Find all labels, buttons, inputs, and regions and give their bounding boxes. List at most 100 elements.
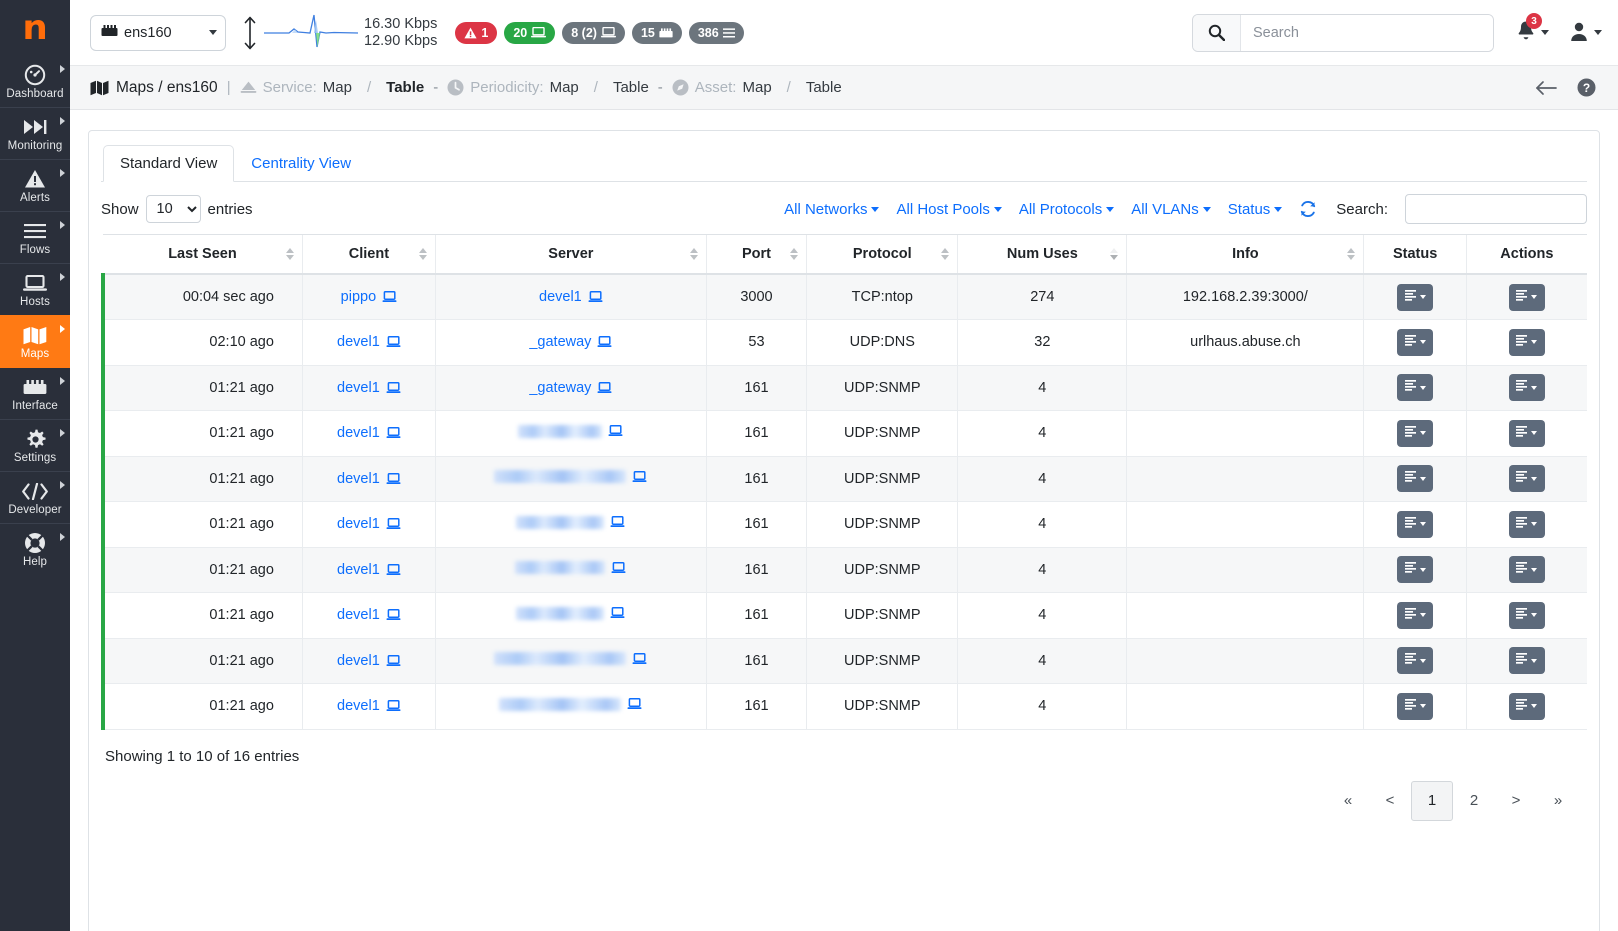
back-arrow-icon[interactable] — [1535, 80, 1557, 96]
actions-menu-button[interactable] — [1508, 328, 1545, 356]
client-link[interactable]: pippo — [341, 289, 397, 305]
breadcrumb-root[interactable]: Maps / ens160 — [116, 79, 218, 97]
breadcrumb-link-map[interactable]: Map — [742, 79, 771, 96]
server-link[interactable] — [516, 606, 625, 620]
client-link[interactable]: devel1 — [337, 607, 401, 623]
page-button-[interactable]: » — [1537, 780, 1579, 821]
status-menu-button[interactable] — [1397, 556, 1434, 584]
search-input[interactable] — [1241, 14, 1493, 51]
sidebar-item-settings[interactable]: Settings — [0, 419, 70, 471]
sort-arrows-icon[interactable] — [790, 248, 799, 260]
top-badge-0[interactable]: 1 — [455, 21, 498, 44]
client-link[interactable]: devel1 — [337, 562, 401, 578]
actions-menu-button[interactable] — [1508, 283, 1545, 311]
actions-menu-button[interactable] — [1508, 419, 1545, 447]
page-button-[interactable]: « — [1327, 780, 1369, 821]
breadcrumb-link-map[interactable]: Map — [323, 79, 352, 96]
column-header-port[interactable]: Port — [705, 234, 807, 275]
breadcrumb-link-map[interactable]: Map — [550, 79, 579, 96]
status-menu-button[interactable] — [1397, 692, 1434, 720]
actions-menu-button[interactable] — [1508, 556, 1545, 584]
page-button-[interactable]: < — [1369, 780, 1411, 821]
sidebar-item-help[interactable]: Help — [0, 523, 70, 575]
sort-arrows-icon[interactable] — [418, 248, 427, 260]
server-link[interactable] — [516, 515, 625, 529]
filter-all-networks[interactable]: All Networks — [784, 201, 880, 218]
filter-all-vlans[interactable]: All VLANs — [1131, 201, 1211, 218]
column-header-client[interactable]: Client — [301, 234, 436, 275]
client-link[interactable]: devel1 — [337, 334, 401, 350]
sort-arrows-icon[interactable] — [285, 248, 294, 260]
sidebar-item-developer[interactable]: Developer — [0, 471, 70, 523]
sidebar-item-hosts[interactable]: Hosts — [0, 263, 70, 315]
breadcrumb-link-table[interactable]: Table — [806, 79, 842, 96]
status-menu-button[interactable] — [1397, 283, 1434, 311]
status-menu-button[interactable] — [1397, 510, 1434, 538]
sort-arrows-icon[interactable] — [1110, 248, 1119, 260]
interface-selector[interactable]: ens160 — [90, 14, 226, 51]
server-link[interactable] — [515, 561, 626, 575]
client-link[interactable]: devel1 — [337, 516, 401, 532]
server-link[interactable]: _gateway — [529, 380, 612, 396]
filter-all-host-pools[interactable]: All Host Pools — [896, 201, 1002, 218]
server-link[interactable] — [499, 697, 642, 711]
tab-standard-view[interactable]: Standard View — [103, 145, 235, 182]
sidebar-item-alerts[interactable]: Alerts — [0, 159, 70, 211]
client-link[interactable]: devel1 — [337, 653, 401, 669]
sidebar-item-maps[interactable]: Maps — [0, 315, 70, 367]
status-menu-button[interactable] — [1397, 647, 1434, 675]
breadcrumb-link-table[interactable]: Table — [613, 79, 649, 96]
status-menu-button[interactable] — [1397, 465, 1434, 493]
page-button-[interactable]: > — [1495, 780, 1537, 821]
user-menu-button[interactable] — [1569, 21, 1602, 45]
column-header-info[interactable]: Info — [1126, 234, 1364, 275]
question-circle-icon[interactable]: ? — [1577, 78, 1596, 97]
client-link[interactable]: devel1 — [337, 698, 401, 714]
server-link[interactable] — [494, 652, 647, 666]
filter-status[interactable]: Status — [1228, 201, 1283, 218]
status-menu-button[interactable] — [1397, 374, 1434, 402]
server-link[interactable] — [494, 470, 647, 484]
column-header-protocol[interactable]: Protocol — [806, 234, 958, 275]
status-menu-button[interactable] — [1397, 328, 1434, 356]
global-search[interactable] — [1192, 13, 1494, 52]
server-link[interactable] — [518, 424, 623, 438]
page-button-2[interactable]: 2 — [1453, 780, 1495, 821]
top-badge-2[interactable]: 8 (2) — [562, 21, 625, 44]
actions-menu-button[interactable] — [1508, 692, 1545, 720]
status-menu-button[interactable] — [1397, 601, 1434, 629]
actions-menu-button[interactable] — [1508, 601, 1545, 629]
client-link[interactable]: devel1 — [337, 380, 401, 396]
notifications-button[interactable]: 3 — [1516, 13, 1549, 45]
status-menu-button[interactable] — [1397, 419, 1434, 447]
top-badge-3[interactable]: 15 — [631, 21, 682, 44]
sidebar-item-monitoring[interactable]: Monitoring — [0, 107, 70, 159]
actions-menu-button[interactable] — [1508, 465, 1545, 493]
server-link[interactable]: _gateway — [529, 334, 612, 350]
sidebar-item-interface[interactable]: Interface — [0, 367, 70, 419]
sort-arrows-icon[interactable] — [689, 248, 698, 260]
top-badge-1[interactable]: 20 — [504, 21, 556, 44]
column-header-last-seen[interactable]: Last Seen — [103, 234, 303, 275]
app-logo[interactable]: n — [0, 0, 70, 56]
filter-all-protocols[interactable]: All Protocols — [1019, 201, 1115, 218]
sidebar-item-flows[interactable]: Flows — [0, 211, 70, 263]
breadcrumb-link-table[interactable]: Table — [386, 79, 424, 96]
sort-arrows-icon[interactable] — [1347, 248, 1356, 260]
page-size-select[interactable]: 102550100 — [145, 195, 201, 223]
server-link[interactable]: devel1 — [539, 289, 603, 305]
sort-arrows-icon[interactable] — [941, 248, 950, 260]
sidebar-item-dashboard[interactable]: Dashboard — [0, 56, 70, 107]
page-button-1[interactable]: 1 — [1411, 780, 1453, 821]
actions-menu-button[interactable] — [1508, 647, 1545, 675]
search-icon[interactable] — [1193, 14, 1241, 51]
tab-centrality-view[interactable]: Centrality View — [234, 145, 368, 182]
client-link[interactable]: devel1 — [337, 471, 401, 487]
column-header-num-uses[interactable]: Num Uses — [957, 234, 1127, 275]
actions-menu-button[interactable] — [1508, 510, 1545, 538]
client-link[interactable]: devel1 — [337, 425, 401, 441]
column-header-server[interactable]: Server — [434, 234, 707, 275]
table-search-input[interactable] — [1405, 194, 1587, 224]
top-badge-4[interactable]: 386 — [688, 21, 744, 44]
actions-menu-button[interactable] — [1508, 374, 1545, 402]
